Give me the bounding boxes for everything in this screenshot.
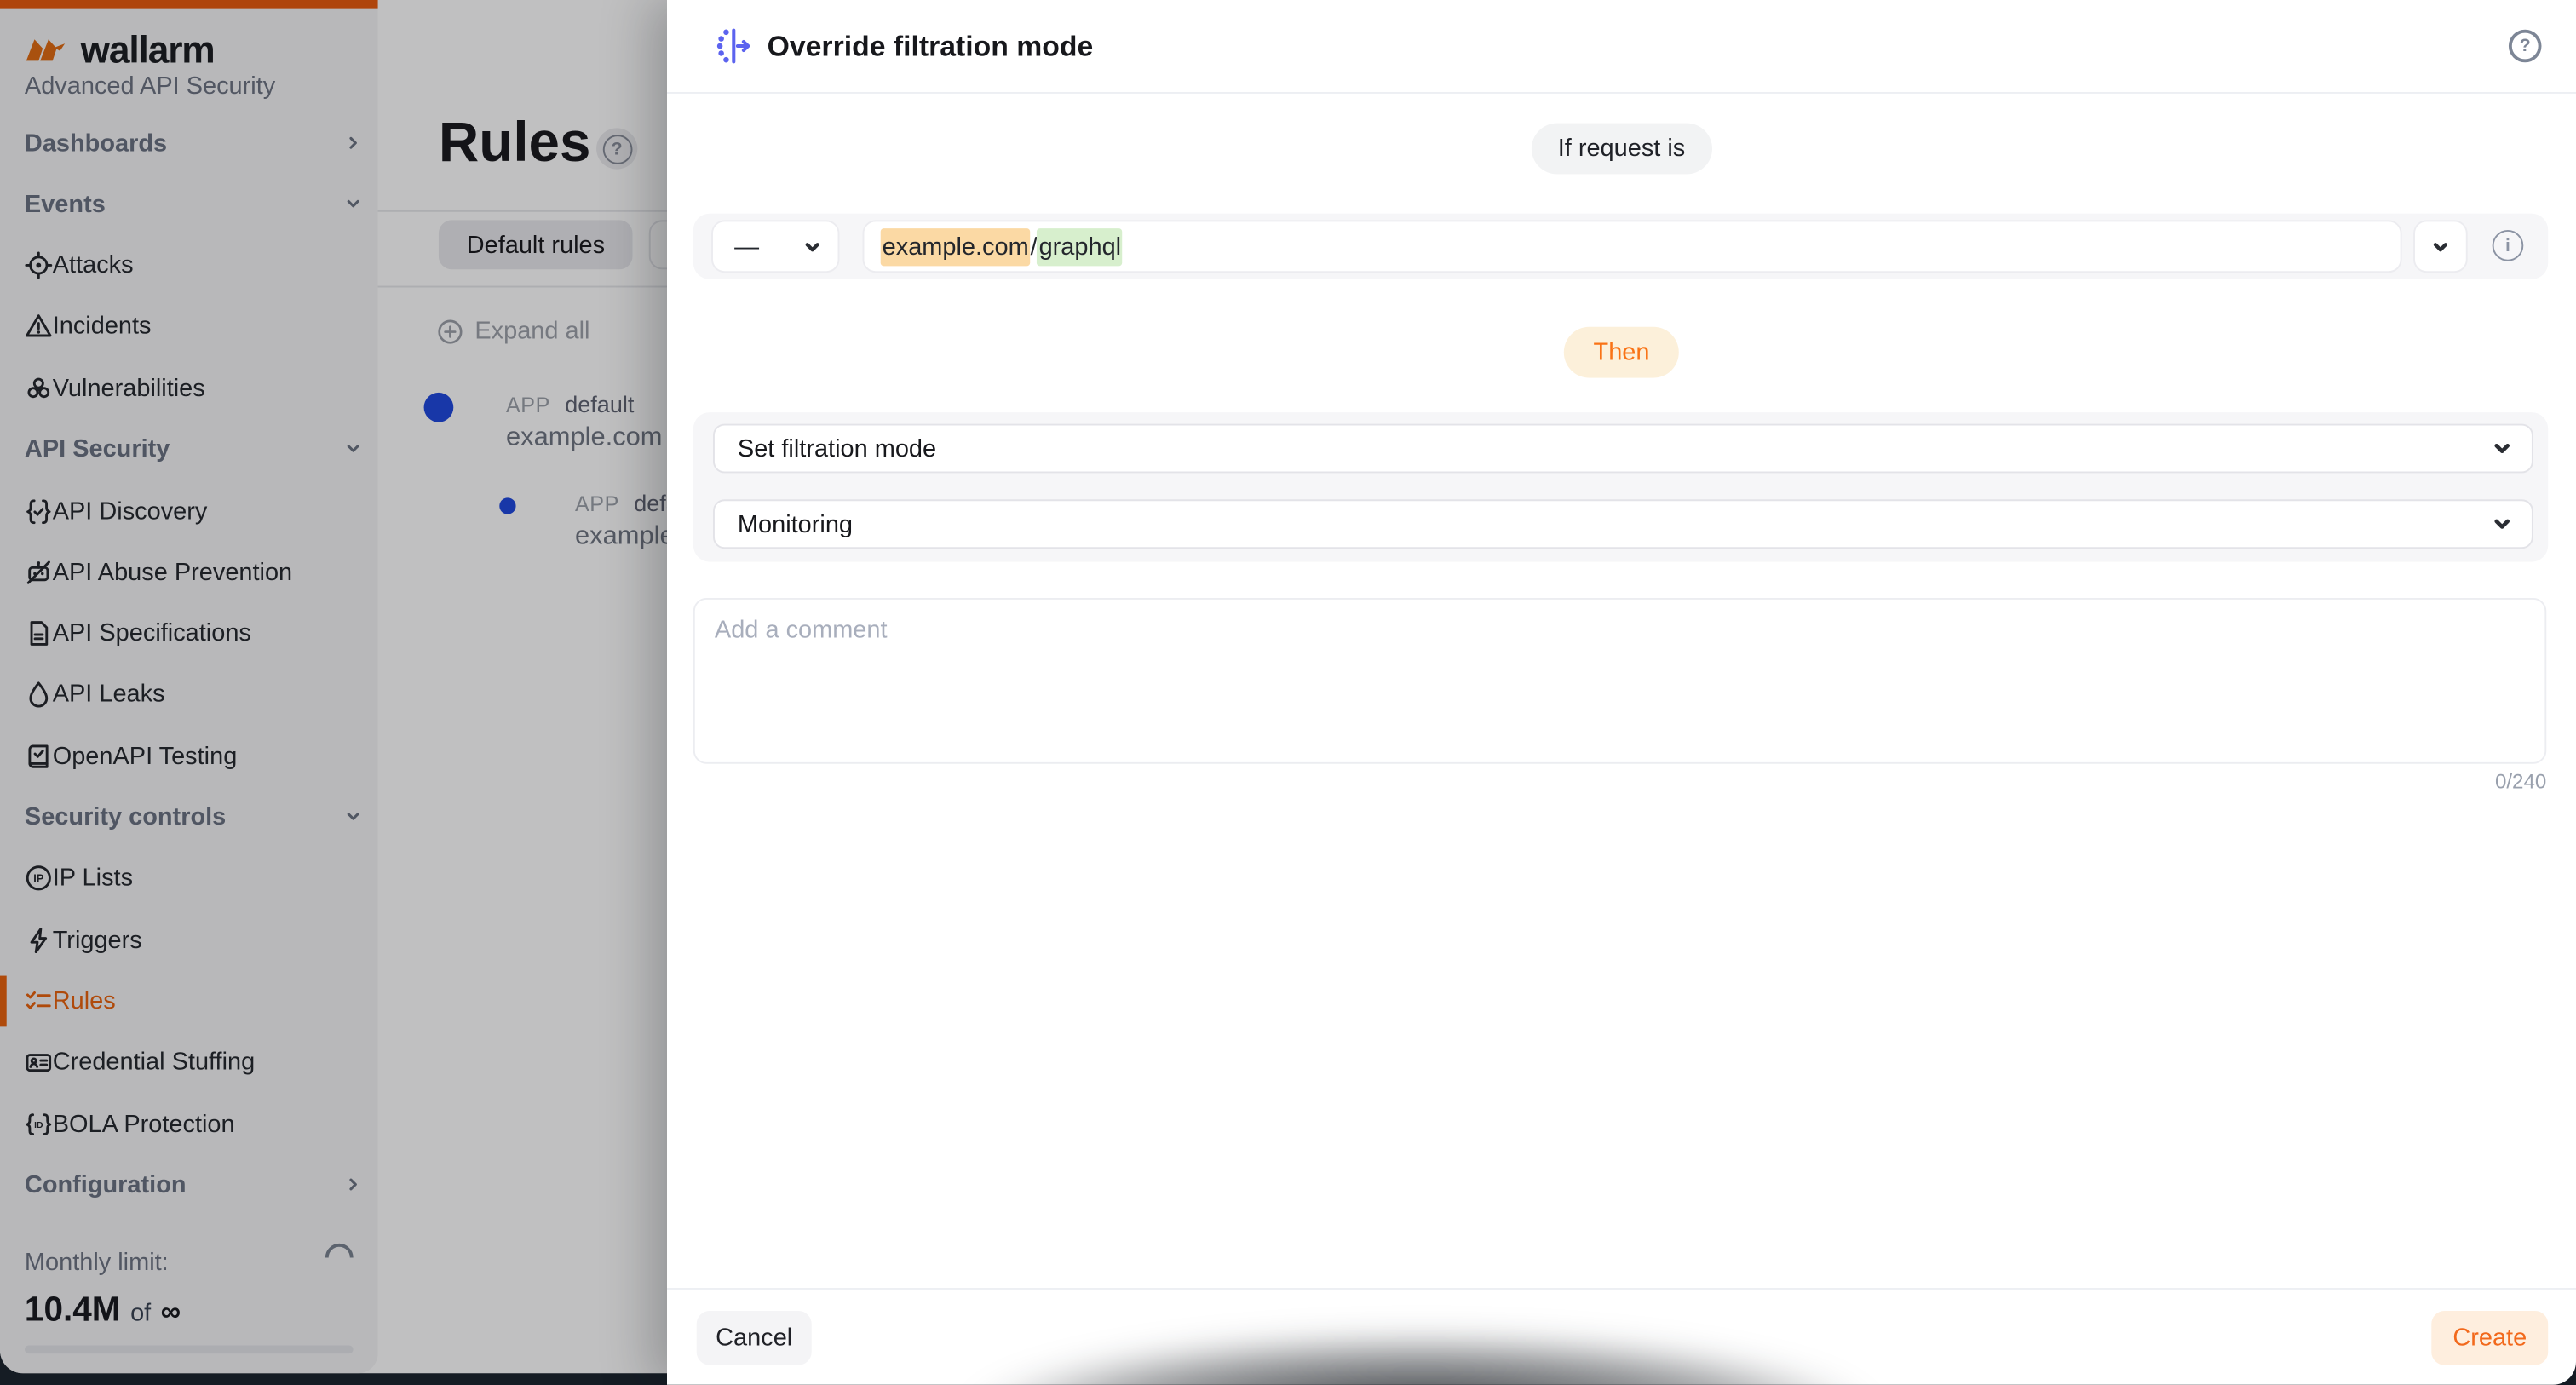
filtration-mode-select[interactable]: Monitoring <box>713 499 2533 549</box>
chevron-down-icon <box>803 238 821 256</box>
chevron-down-icon <box>2493 439 2512 458</box>
drawer-title: Override filtration mode <box>768 30 1094 64</box>
condition-value-input[interactable]: example.com/graphql <box>864 221 2400 271</box>
chevron-down-icon <box>2493 514 2512 534</box>
action-rows: Set filtration mode Monitoring <box>693 412 2548 561</box>
info-icon[interactable]: i <box>2493 230 2524 261</box>
drawer-help-button[interactable]: ? <box>2509 30 2542 63</box>
if-request-is-pill: If request is <box>1532 124 1711 175</box>
condition-expand-button[interactable] <box>2415 221 2466 271</box>
screen: wallarm Advanced API Security Dashboards… <box>0 0 2576 1385</box>
chevron-down-icon <box>2431 238 2449 256</box>
then-pill: Then <box>1564 327 1679 378</box>
filtration-mode-icon <box>716 28 752 64</box>
action-type-select[interactable]: Set filtration mode <box>713 424 2533 474</box>
cancel-button[interactable]: Cancel <box>697 1311 812 1365</box>
condition-operator-select[interactable]: — <box>713 221 838 271</box>
host-token: example.com <box>881 227 1031 265</box>
create-button[interactable]: Create <box>2431 1311 2548 1365</box>
condition-row: — example.com/graphql i <box>693 214 2548 279</box>
override-filtration-mode-drawer: Override filtration mode ? If request is… <box>667 0 2576 1385</box>
drawer-footer: Cancel Create <box>667 1288 2576 1385</box>
drawer-header: Override filtration mode ? <box>667 0 2576 94</box>
path-token: graphql <box>1038 227 1123 265</box>
comment-char-counter: 0/240 <box>2495 770 2546 793</box>
comment-textarea[interactable] <box>693 598 2546 764</box>
